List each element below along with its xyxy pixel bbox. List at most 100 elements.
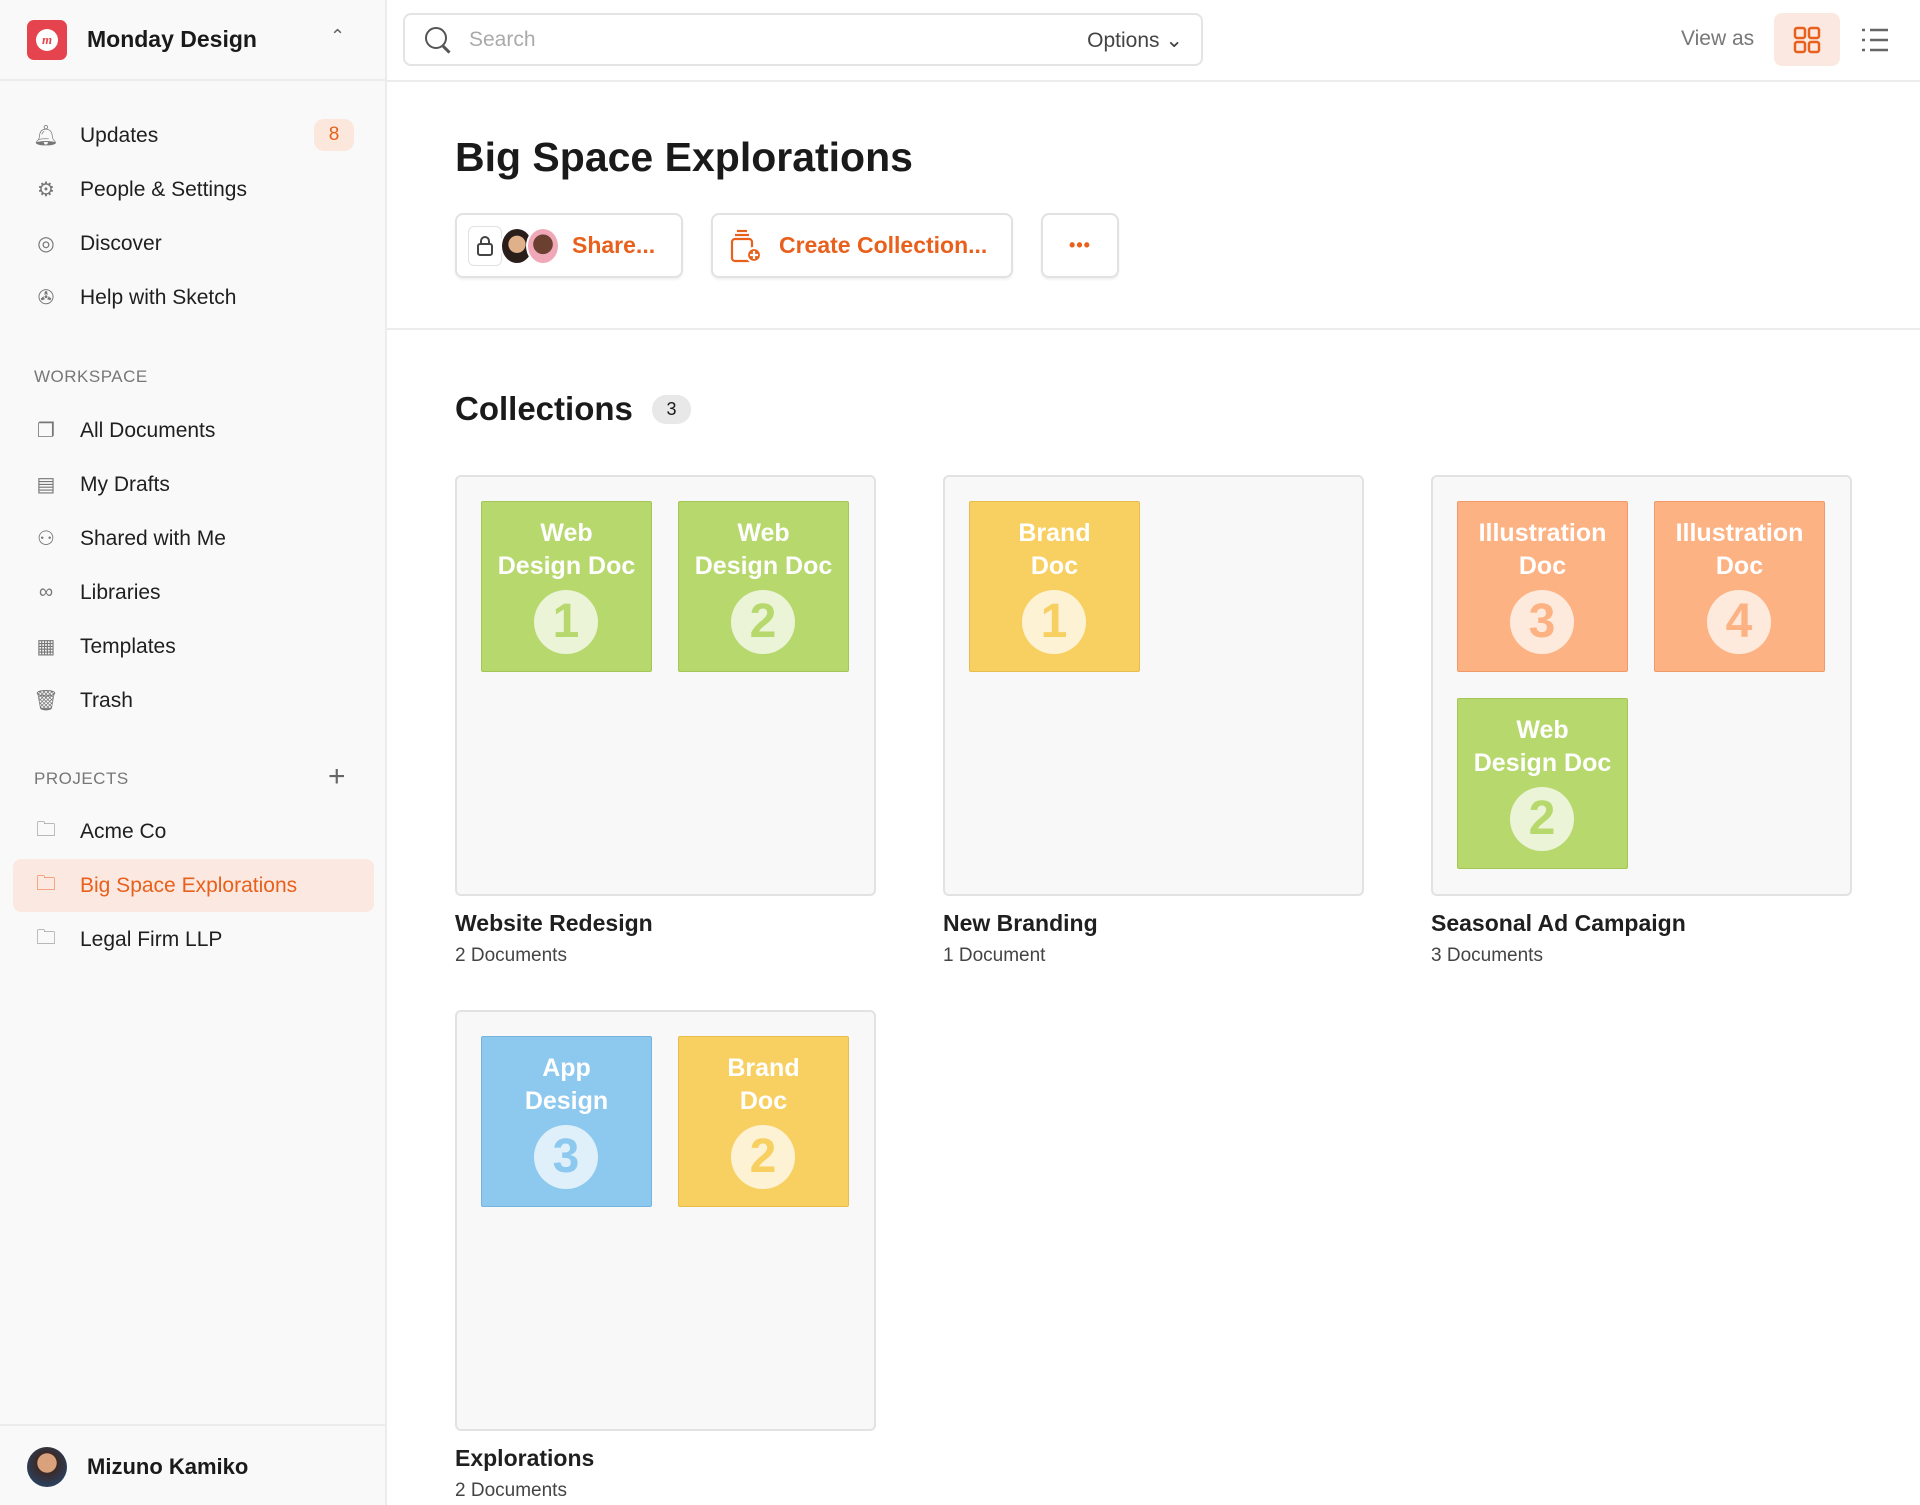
sidebar-item-templates[interactable]: ▦ Templates bbox=[13, 620, 374, 673]
options-label: Options bbox=[1087, 29, 1160, 52]
collection-doc-count: 1 Document bbox=[943, 945, 1046, 966]
collection-title[interactable]: Explorations bbox=[455, 1445, 594, 1472]
doc-name-line1: App bbox=[542, 1054, 591, 1082]
share-label: Share... bbox=[572, 232, 656, 258]
document-thumbnail[interactable]: Illustration Doc 4 bbox=[1654, 501, 1825, 672]
sidebar-item-big-space-explorations[interactable]: 🗀 Big Space Explorations bbox=[13, 859, 374, 912]
search-bar: Options ⌄ bbox=[403, 13, 1203, 66]
collection-card[interactable]: Web Design Doc 1 Web Design Doc 2 bbox=[455, 475, 876, 896]
share-button[interactable]: Share... bbox=[455, 213, 683, 278]
list-icon bbox=[1862, 28, 1888, 51]
sidebar: Monday Design ⌃ 🔔︎ Updates 8 ⚙ People & Sett… bbox=[0, 0, 387, 1505]
doc-name-line2: Design bbox=[524, 1087, 609, 1115]
list-view-button[interactable] bbox=[1842, 13, 1908, 66]
create-collection-icon bbox=[730, 229, 763, 263]
doc-name-line1: Web bbox=[1516, 716, 1569, 744]
bell-icon: 🔔︎ bbox=[33, 125, 59, 147]
workspace-switcher[interactable]: Monday Design ⌃ bbox=[0, 0, 385, 81]
section-divider bbox=[387, 328, 1920, 330]
user-name: Mizuno Kamiko bbox=[87, 1454, 249, 1479]
doc-name-line2: Design Doc bbox=[497, 552, 636, 580]
doc-number: 2 bbox=[1510, 787, 1574, 851]
collection-doc-count: 2 Documents bbox=[455, 945, 567, 966]
page-title: Big Space Explorations bbox=[455, 134, 913, 180]
doc-name-line2: Doc bbox=[1715, 552, 1764, 580]
sidebar-item-updates[interactable]: 🔔︎ Updates 8 bbox=[13, 109, 374, 162]
document-thumbnail[interactable]: Web Design Doc 2 bbox=[1457, 698, 1628, 869]
document-thumbnail[interactable]: Web Design Doc 2 bbox=[678, 501, 849, 672]
drafts-icon: ▤ bbox=[36, 474, 56, 496]
collection-title[interactable]: New Branding bbox=[943, 910, 1098, 937]
sidebar-item-acme-co[interactable]: 🗀 Acme Co bbox=[13, 805, 374, 858]
collection-doc-count: 2 Documents bbox=[455, 1480, 567, 1501]
create-collection-button[interactable]: Create Collection... bbox=[711, 213, 1013, 278]
view-as-label: View as bbox=[1681, 27, 1755, 50]
document-thumbnail[interactable]: Brand Doc 2 bbox=[678, 1036, 849, 1207]
sidebar-item-label: Big Space Explorations bbox=[80, 873, 298, 897]
doc-name-line2: Doc bbox=[1518, 552, 1567, 580]
collections-count-badge: 3 bbox=[652, 395, 691, 424]
doc-number: 2 bbox=[731, 1125, 795, 1189]
doc-name-line1: Illustration bbox=[1675, 519, 1804, 547]
sidebar-item-label: Updates bbox=[80, 123, 159, 147]
sidebar-item-trash[interactable]: 🗑︎ Trash bbox=[13, 674, 374, 727]
doc-number: 2 bbox=[731, 590, 795, 654]
document-thumbnail[interactable]: Brand Doc 1 bbox=[969, 501, 1140, 672]
doc-name-line1: Brand bbox=[1018, 519, 1091, 547]
sidebar-item-help-with-sketch[interactable]: ✇ Help with Sketch bbox=[13, 271, 374, 324]
sidebar-item-discover[interactable]: ◎ Discover bbox=[13, 217, 374, 270]
sidebar-item-shared-with-me[interactable]: ⚇ Shared with Me bbox=[13, 512, 374, 565]
sidebar-item-my-drafts[interactable]: ▤ My Drafts bbox=[13, 458, 374, 511]
doc-number: 3 bbox=[1510, 590, 1574, 654]
compass-icon: ◎ bbox=[37, 233, 55, 255]
sidebar-item-label: Libraries bbox=[80, 580, 161, 604]
more-options-button[interactable]: ••• bbox=[1041, 213, 1119, 278]
search-input[interactable] bbox=[469, 25, 969, 55]
doc-name-line2: Doc bbox=[1030, 552, 1079, 580]
collection-card[interactable]: App Design 3 Brand Doc 2 bbox=[455, 1010, 876, 1431]
add-project-button[interactable]: + bbox=[328, 762, 346, 792]
sidebar-item-label: Templates bbox=[80, 634, 176, 658]
grid-view-button[interactable] bbox=[1774, 13, 1840, 66]
sidebar-item-people-settings[interactable]: ⚙ People & Settings bbox=[13, 163, 374, 216]
document-thumbnail[interactable]: App Design 3 bbox=[481, 1036, 652, 1207]
more-icon: ••• bbox=[1069, 235, 1091, 255]
collection-title[interactable]: Website Redesign bbox=[455, 910, 653, 937]
sidebar-item-label: My Drafts bbox=[80, 472, 170, 496]
documents-icon: ❐ bbox=[37, 420, 55, 442]
folder-icon: 🗀 bbox=[36, 872, 56, 895]
doc-name-line2: Design Doc bbox=[694, 552, 833, 580]
chevron-up-down-icon[interactable]: ⌃ bbox=[330, 26, 345, 47]
libraries-icon: ∞ bbox=[38, 581, 54, 603]
avatar bbox=[526, 226, 560, 265]
options-dropdown[interactable]: Options ⌄ bbox=[1087, 28, 1183, 53]
search-icon bbox=[425, 27, 447, 49]
sidebar-item-all-documents[interactable]: ❐ All Documents bbox=[13, 404, 374, 457]
collection-doc-count: 3 Documents bbox=[1431, 945, 1543, 966]
collection-title[interactable]: Seasonal Ad Campaign bbox=[1431, 910, 1686, 937]
avatar bbox=[27, 1447, 67, 1487]
collection-card[interactable]: Illustration Doc 3 Illustration Doc 4 Web Desig… bbox=[1431, 475, 1852, 896]
document-thumbnail[interactable]: Illustration Doc 3 bbox=[1457, 501, 1628, 672]
gear-icon: ⚙ bbox=[37, 179, 55, 201]
lifebuoy-icon: ✇ bbox=[37, 287, 55, 309]
lock-icon bbox=[468, 225, 502, 266]
workspace-logo bbox=[27, 20, 67, 60]
folder-icon: 🗀 bbox=[36, 818, 56, 841]
doc-name-line1: Web bbox=[737, 519, 790, 547]
projects-section-label: PROJECTS bbox=[34, 769, 129, 788]
doc-number: 1 bbox=[534, 590, 598, 654]
sidebar-item-libraries[interactable]: ∞ Libraries bbox=[13, 566, 374, 619]
doc-name-line2: Design Doc bbox=[1473, 749, 1612, 777]
document-thumbnail[interactable]: Web Design Doc 1 bbox=[481, 501, 652, 672]
sidebar-item-label: Help with Sketch bbox=[80, 285, 237, 309]
doc-number: 4 bbox=[1707, 590, 1771, 654]
sidebar-item-label: All Documents bbox=[80, 418, 216, 442]
collection-card[interactable]: Brand Doc 1 bbox=[943, 475, 1364, 896]
sidebar-item-legal-firm-llp[interactable]: 🗀 Legal Firm LLP bbox=[13, 913, 374, 966]
doc-name-line1: Illustration bbox=[1478, 519, 1607, 547]
doc-name-line1: Brand bbox=[727, 1054, 800, 1082]
doc-number: 1 bbox=[1022, 590, 1086, 654]
trash-icon: 🗑︎ bbox=[33, 690, 59, 712]
user-profile[interactable]: Mizuno Kamiko bbox=[0, 1424, 385, 1505]
